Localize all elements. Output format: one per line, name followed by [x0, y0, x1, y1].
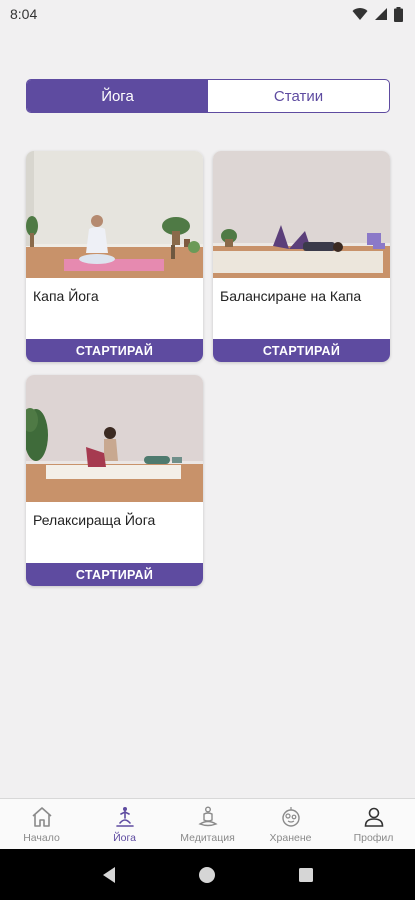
nav-label: Начало [23, 832, 60, 844]
back-icon [103, 866, 116, 883]
card-title: Релаксираща Йога [33, 512, 156, 528]
home-button[interactable] [195, 863, 219, 887]
meditation-icon [197, 806, 218, 827]
nav-label: Профил [353, 832, 394, 844]
back-button[interactable] [97, 863, 121, 887]
status-bar: 8:04 [0, 0, 415, 28]
recents-button[interactable] [294, 863, 318, 887]
card-thumbnail [213, 151, 390, 278]
card-title: Капа Йога [33, 288, 99, 304]
battery-icon [394, 6, 403, 22]
profile-icon [364, 807, 383, 827]
home-icon [31, 807, 52, 827]
yoga-icon [115, 807, 134, 827]
nav-item-nutrition[interactable]: Хранене [249, 799, 332, 844]
tab-yoga[interactable]: Йога [27, 80, 208, 112]
nav-label: Медитация [180, 832, 235, 844]
card-title: Балансиране на Капа [220, 288, 362, 304]
home-circle-icon [199, 866, 216, 883]
tab-articles[interactable]: Статии [208, 80, 389, 112]
bottom-navigation: Начало Йога Медитация Хранене Профил [0, 798, 415, 849]
card-thumbnail [26, 151, 203, 278]
wifi-icon [352, 8, 368, 20]
nav-label: Йога [113, 832, 136, 844]
nutrition-icon [281, 807, 300, 827]
start-button[interactable]: СТАРТИРАЙ [26, 339, 203, 362]
system-navigation-bar [0, 849, 415, 900]
content-tabs: Йога Статии [26, 79, 390, 113]
card-thumbnail [26, 375, 203, 502]
yoga-card[interactable]: Капа Йога СТАРТИРАЙ [26, 151, 203, 362]
nav-item-meditation[interactable]: Медитация [166, 799, 249, 844]
nav-item-home[interactable]: Начало [0, 799, 83, 844]
nav-item-yoga[interactable]: Йога [83, 799, 166, 844]
signal-icon [375, 8, 387, 20]
start-button[interactable]: СТАРТИРАЙ [213, 339, 390, 362]
status-icons [352, 6, 403, 22]
nav-item-profile[interactable]: Профил [332, 799, 415, 844]
yoga-card[interactable]: Релаксираща Йога СТАРТИРАЙ [26, 375, 203, 586]
recents-icon [298, 867, 313, 882]
start-button[interactable]: СТАРТИРАЙ [26, 563, 203, 586]
status-time: 8:04 [10, 6, 38, 22]
yoga-card[interactable]: Балансиране на Капа СТАРТИРАЙ [213, 151, 390, 362]
nav-label: Хранене [269, 832, 312, 844]
